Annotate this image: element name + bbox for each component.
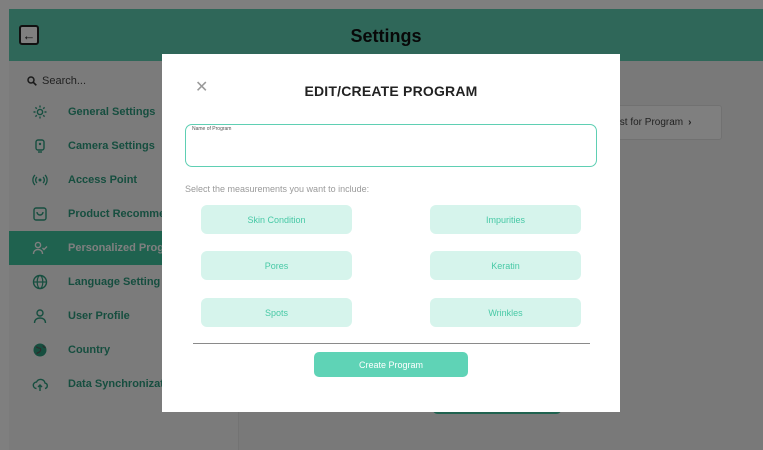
measurements-instruction: Select the measurements you want to incl… [185,184,370,194]
dialog-title: EDIT/CREATE PROGRAM [304,83,478,99]
measurement-pores[interactable]: Pores [201,251,352,280]
program-name-input[interactable] [192,139,590,161]
create-program-button[interactable]: Create Program [314,352,468,377]
edit-create-program-dialog: ✕ EDIT/CREATE PROGRAM Name of Program Se… [162,54,620,412]
divider [193,343,590,344]
program-name-label: Name of Program [192,126,232,132]
measurement-keratin[interactable]: Keratin [430,251,581,280]
program-name-field[interactable]: Name of Program [185,124,597,167]
measurement-spots[interactable]: Spots [201,298,352,327]
measurement-skin-condition[interactable]: Skin Condition [201,205,352,234]
measurement-impurities[interactable]: Impurities [430,205,581,234]
measurement-wrinkles[interactable]: Wrinkles [430,298,581,327]
